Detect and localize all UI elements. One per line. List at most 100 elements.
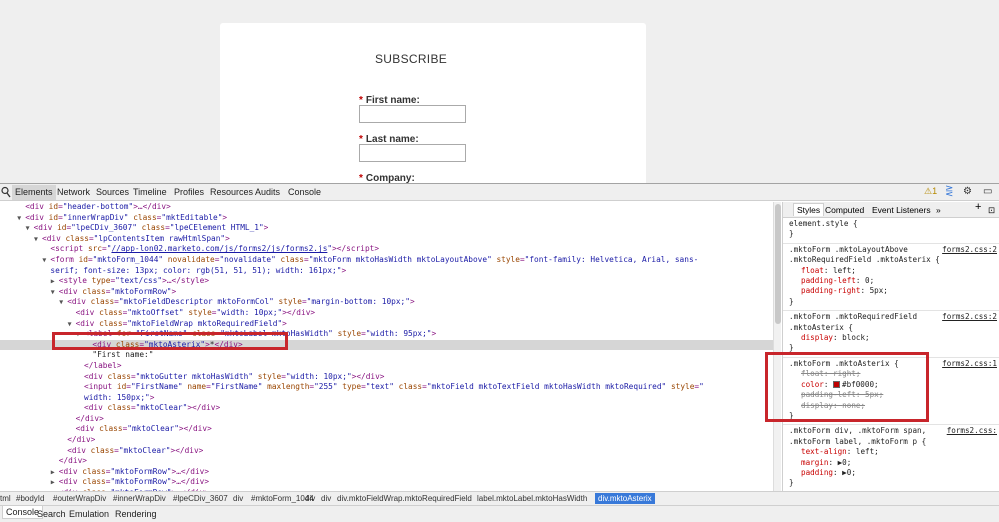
drawer-tab-rendering[interactable]: Rendering bbox=[115, 509, 157, 519]
dom-node[interactable]: <div class="mktoOffset" style="width: 10… bbox=[0, 308, 781, 319]
dom-node-selected[interactable]: <div class="mktoAsterix">*</div> bbox=[0, 339, 781, 351]
dom-node[interactable]: ▼ <label for="FirstName" class="mktoLabel… bbox=[0, 329, 781, 340]
rule-source-link[interactable]: forms2.css: bbox=[947, 426, 997, 436]
collapse-triangle-icon[interactable]: ▼ bbox=[26, 223, 30, 234]
style-property[interactable]: text-align: left; bbox=[789, 447, 999, 457]
breadcrumb-item[interactable]: label.mktoLabel.mktoHasWidth bbox=[477, 494, 587, 503]
tab-profiles[interactable]: Profiles bbox=[174, 187, 204, 197]
breadcrumb-item[interactable]: div bbox=[321, 494, 331, 503]
style-property[interactable]: margin: ▶0; bbox=[789, 458, 999, 468]
dom-node[interactable]: ▼ <form id="mktoForm_1044" novalidate="no… bbox=[0, 255, 781, 266]
tab-timeline[interactable]: Timeline bbox=[133, 187, 167, 197]
drawer-tab-emulation[interactable]: Emulation bbox=[69, 509, 109, 519]
dock-icon[interactable]: ▭ bbox=[983, 186, 992, 197]
rule-source-link[interactable]: forms2.css:2 bbox=[942, 312, 997, 322]
style-property[interactable]: float: left; bbox=[789, 266, 999, 276]
dom-node[interactable]: <div class="mktoClear"></div> bbox=[0, 403, 781, 414]
breadcrumb-item[interactable]: #bodyId bbox=[16, 494, 44, 503]
style-property[interactable]: padding-left: 5px; bbox=[789, 390, 999, 400]
dom-node[interactable]: ▼ <div id="innerWrapDiv" class="mktEditab… bbox=[0, 213, 781, 224]
dom-node[interactable]: ▼ <div class="mktoFieldWrap mktoRequiredF… bbox=[0, 319, 781, 330]
warning-badge[interactable]: ⚠1 bbox=[924, 186, 937, 197]
collapse-triangle-icon[interactable]: ▼ bbox=[42, 255, 46, 266]
tab-elements[interactable]: Elements bbox=[12, 185, 56, 200]
collapse-triangle-icon[interactable]: ▼ bbox=[51, 287, 55, 298]
gear-icon[interactable]: ⚙ bbox=[963, 186, 972, 197]
rule-source-link[interactable]: forms2.css:1 bbox=[942, 359, 997, 369]
breadcrumb-item[interactable]: div bbox=[233, 494, 243, 503]
style-property[interactable]: color: #bf0000; bbox=[789, 380, 999, 390]
rule-selector[interactable]: element.style { bbox=[789, 219, 999, 229]
breadcrumb-item[interactable]: #lpeCDiv_3607 bbox=[173, 494, 228, 503]
dom-node[interactable]: </div> bbox=[0, 456, 781, 467]
expand-triangle-icon[interactable]: ▶ bbox=[51, 276, 55, 287]
breadcrumb-item[interactable]: div.mktoAsterix bbox=[595, 493, 655, 504]
style-property[interactable]: float: right; bbox=[789, 369, 999, 379]
dom-node[interactable]: <div class="mktoGutter mktoHasWidth" sty… bbox=[0, 372, 781, 383]
elements-dom-tree[interactable]: <div id="header-bottom">…</div> ▼ <div id=… bbox=[0, 202, 781, 491]
drawer-tab-search[interactable]: Search bbox=[37, 509, 66, 519]
dom-node[interactable]: serif; font-size: 13px; color: rgb(51, 5… bbox=[0, 266, 781, 277]
toggle-element-state-icon[interactable]: ⊡ bbox=[988, 205, 995, 215]
inspect-search-icon[interactable] bbox=[1, 186, 11, 198]
tab-console[interactable]: Console bbox=[288, 187, 321, 197]
dom-node[interactable]: ▶<div class="mktoFormRow">…</div> bbox=[0, 477, 781, 488]
tab-network[interactable]: Network bbox=[57, 187, 90, 197]
tab-styles[interactable]: Styles bbox=[793, 203, 825, 217]
first-name-input[interactable] bbox=[359, 105, 466, 123]
color-swatch[interactable] bbox=[833, 380, 841, 388]
dom-node[interactable]: <div class="mktoClear"></div> bbox=[0, 446, 781, 457]
dom-node[interactable]: </label> bbox=[0, 361, 781, 372]
collapse-triangle-icon[interactable]: ▼ bbox=[17, 213, 21, 224]
breadcrumb-item[interactable]: #innerWrapDiv bbox=[113, 494, 166, 503]
breadcrumb-item[interactable]: tml bbox=[0, 494, 11, 503]
dom-node[interactable]: ▶ <style type="text/css">…</style> bbox=[0, 276, 781, 287]
breadcrumb-item[interactable]: #outerWrapDiv bbox=[53, 494, 106, 503]
tabs-overflow-chevron-icon[interactable]: » bbox=[936, 205, 941, 215]
style-property[interactable]: display: none; bbox=[789, 401, 999, 411]
expand-triangle-icon[interactable]: ▶ bbox=[51, 477, 55, 488]
style-property[interactable]: padding-left: 0; bbox=[789, 276, 999, 286]
dom-node[interactable]: ▼ <div class="mktoFieldDescriptor mktoFor… bbox=[0, 297, 781, 308]
dom-node[interactable]: <div class="mktoClear"></div> bbox=[0, 424, 781, 435]
dom-node[interactable]: "First name:" bbox=[0, 350, 781, 361]
dom-node[interactable]: <input id="FirstName" name="FirstName" m… bbox=[0, 382, 781, 393]
tab-audits[interactable]: Audits bbox=[255, 187, 280, 197]
dom-node[interactable]: ▼ <div class="lpContentsItem rawHtmlSpan"… bbox=[0, 234, 781, 245]
drawer-tabs: Console Search Emulation Rendering bbox=[0, 505, 999, 522]
dom-node[interactable]: </div> bbox=[0, 414, 781, 425]
style-property[interactable]: padding-right: 5px; bbox=[789, 286, 999, 296]
tab-resources[interactable]: Resources bbox=[210, 187, 253, 197]
breadcrumb-item[interactable]: div bbox=[305, 494, 315, 503]
dom-node[interactable]: <div id="header-bottom">…</div> bbox=[0, 202, 781, 213]
add-style-rule-icon[interactable]: + bbox=[975, 202, 981, 213]
style-rule: .mktoForm div, .mktoForm span, .mktoForm… bbox=[783, 425, 999, 491]
last-name-input[interactable] bbox=[359, 144, 466, 162]
collapse-triangle-icon[interactable]: ▼ bbox=[59, 297, 63, 308]
dom-node[interactable]: </div> bbox=[0, 435, 781, 446]
style-rule: .mktoForm .mktoRequiredField .mktoAsteri… bbox=[783, 311, 999, 358]
page-preview: SUBSCRIBE * First name: * Last name: * Comp… bbox=[0, 0, 999, 188]
dom-node[interactable]: ▼ <div id="lpeCDiv_3607" class="lpeCEleme… bbox=[0, 223, 781, 234]
dom-scrollbar[interactable] bbox=[773, 202, 781, 491]
tab-event-listeners[interactable]: Event Listeners bbox=[872, 205, 931, 215]
dom-node[interactable]: ▶<div class="mktoFormRow">…</div> bbox=[0, 467, 781, 478]
tab-sources[interactable]: Sources bbox=[96, 187, 129, 197]
style-property[interactable]: display: block; bbox=[789, 333, 999, 343]
tab-computed[interactable]: Computed bbox=[825, 205, 864, 215]
collapse-triangle-icon[interactable]: ▼ bbox=[68, 319, 72, 330]
styles-pane: Styles Computed Event Listeners » + ⊡ el… bbox=[782, 202, 999, 491]
dom-scrollbar-thumb[interactable] bbox=[775, 204, 781, 324]
rule-close-brace: } bbox=[789, 296, 794, 306]
expand-triangle-icon[interactable]: ▶ bbox=[51, 467, 55, 478]
rule-source-link[interactable]: forms2.css:2 bbox=[942, 245, 997, 255]
style-rule: .mktoForm .mktoLayoutAbove .mktoRequired… bbox=[783, 244, 999, 312]
style-property[interactable]: padding: ▶0; bbox=[789, 468, 999, 478]
drawer-toggle-icon[interactable]: ⋛ bbox=[945, 186, 953, 197]
dom-node[interactable]: ▼ <div class="mktoFormRow"> bbox=[0, 287, 781, 298]
breadcrumb-item[interactable]: div.mktoFieldWrap.mktoRequiredField bbox=[337, 494, 472, 503]
dom-node[interactable]: width: 150px;"> bbox=[0, 393, 781, 404]
collapse-triangle-icon[interactable]: ▼ bbox=[76, 329, 80, 340]
collapse-triangle-icon[interactable]: ▼ bbox=[34, 234, 38, 245]
dom-node[interactable]: <script src="//app-lon02.marketo.com/js/… bbox=[0, 244, 781, 255]
